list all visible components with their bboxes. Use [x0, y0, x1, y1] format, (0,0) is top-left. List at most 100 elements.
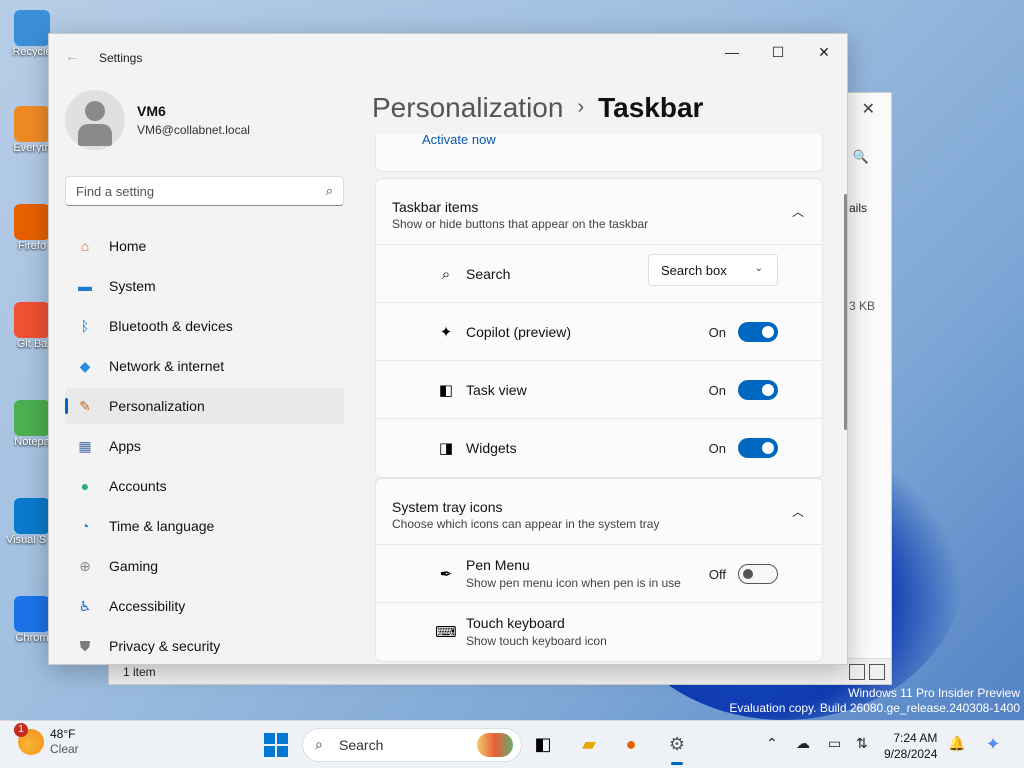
cloud-offline-icon[interactable]: ☁	[796, 735, 810, 752]
weather-condition: Clear	[50, 742, 79, 756]
toggle-switch[interactable]	[738, 438, 778, 458]
weather-widget[interactable]: 1 48°F Clear	[14, 723, 79, 757]
clock[interactable]: 7:24 AM 9/28/2024	[884, 730, 937, 762]
back-arrow-icon[interactable]: ←	[65, 48, 79, 64]
copilot-icon[interactable]: ✦	[980, 731, 1006, 757]
sidebar-item-system[interactable]: ▬ System	[65, 268, 344, 304]
firefox-icon[interactable]: ●	[618, 731, 644, 757]
toggle-switch[interactable]	[738, 322, 778, 342]
search-mode-dropdown[interactable]: Search box ⌄	[648, 254, 778, 286]
toggle-state-label: On	[708, 383, 726, 398]
recycle-bin-icon	[14, 10, 50, 46]
sidebar-item-gaming[interactable]: ⊕ Gaming	[65, 548, 344, 584]
keyboard-icon: ⌨	[435, 624, 457, 641]
task-view-icon[interactable]: ◧	[530, 731, 556, 757]
taskbar-items-group: Taskbar items Show or hide buttons that …	[375, 178, 823, 478]
watermark-edition: Windows 11 Pro Insider Preview	[848, 686, 1020, 700]
toggle-state-label: On	[708, 441, 726, 456]
user-email: VM6@collabnet.local	[137, 123, 250, 137]
setting-label: Pen Menu	[466, 557, 530, 573]
taskbar: 1 48°F Clear ⌕ Search ◧ ▰ ● ⚙ ⌃ ☁ ▭ ⇅ 7:…	[0, 720, 1024, 768]
sidebar-item-apps[interactable]: ▦ Apps	[65, 428, 344, 464]
sidebar-item-label: Accessibility	[109, 598, 186, 614]
taskbar-items-header[interactable]: Taskbar items Show or hide buttons that …	[376, 179, 822, 245]
sidebar-item-label: Bluetooth & devices	[109, 318, 233, 334]
firefox-icon	[14, 204, 50, 240]
start-button[interactable]	[264, 733, 288, 757]
title-bar: ← Settings — ☐ ✕	[49, 34, 847, 82]
breadcrumb-parent[interactable]: Personalization	[372, 92, 563, 123]
settings-gear-icon[interactable]: ⚙	[664, 731, 690, 765]
notification-badge: 1	[14, 723, 28, 737]
sidebar-item-time-language[interactable]: ◔ Time & language	[65, 508, 344, 544]
setting-row: ✦ Copilot (preview) On	[376, 303, 822, 361]
toggle-switch[interactable]	[738, 380, 778, 400]
taskbar-search-placeholder: Search	[339, 737, 384, 753]
search-icon[interactable]: ⌕	[326, 183, 333, 199]
maximize-button[interactable]: ☐	[755, 40, 801, 64]
weather-temp: 48°F	[50, 727, 76, 741]
network-icon[interactable]: ⇅	[856, 735, 868, 752]
file-explorer-icon[interactable]: ▰	[576, 731, 602, 757]
search-input[interactable]: Find a setting ⌕	[65, 176, 344, 206]
sidebar-item-accounts[interactable]: ● Accounts	[65, 468, 344, 504]
activate-now-link[interactable]: Activate now	[422, 134, 496, 147]
chevron-up-icon[interactable]: ︿	[792, 503, 804, 520]
explorer-search-icon[interactable]: 🔍	[853, 149, 869, 165]
notepad-icon	[14, 400, 50, 436]
sidebar-item-personalization[interactable]: ✎ Personalization	[65, 388, 344, 424]
user-profile[interactable]: VM6 VM6@collabnet.local	[65, 90, 250, 150]
setting-label: Search	[466, 266, 511, 282]
accessibility-icon: ♿	[78, 597, 92, 614]
vscode-icon	[14, 498, 50, 534]
notification-bell-icon[interactable]: 🔔	[948, 735, 965, 752]
explorer-file-size: 3 KB	[848, 299, 875, 313]
git-bash-icon	[14, 302, 50, 338]
page-title: Personalization › Taskbar	[372, 92, 703, 124]
sidebar-item-label: System	[109, 278, 156, 294]
explorer-close-icon[interactable]: ✕	[862, 99, 875, 119]
settings-content: Activate now Taskbar items Show or hide …	[375, 134, 823, 664]
chevron-up-icon[interactable]: ⌃	[766, 735, 778, 752]
display-icon[interactable]: ▭	[828, 735, 841, 752]
toggle-switch[interactable]	[738, 564, 778, 584]
sidebar-item-bluetooth-devices[interactable]: ᛒ Bluetooth & devices	[65, 308, 344, 344]
setting-row: ✒ Pen Menu Show pen menu icon when pen is …	[376, 545, 822, 603]
home-icon: ⌂	[80, 238, 90, 254]
content-scrollbar[interactable]	[844, 194, 847, 430]
setting-label: Widgets	[466, 440, 517, 456]
system-tray-header[interactable]: System tray icons Choose which icons can…	[376, 479, 822, 545]
search-placeholder: Find a setting	[76, 184, 155, 199]
breadcrumb-chevron-icon: ›	[577, 96, 585, 118]
network-icon: ◆	[79, 357, 91, 374]
close-button[interactable]: ✕	[801, 40, 847, 64]
sidebar-item-home[interactable]: ⌂ Home	[65, 228, 344, 264]
clock-time: 7:24 AM	[893, 731, 938, 745]
sidebar-item-network-internet[interactable]: ◆ Network & internet	[65, 348, 344, 384]
everything-search-icon	[14, 106, 50, 142]
setting-description: Show touch keyboard icon	[466, 634, 607, 648]
accounts-icon: ●	[80, 478, 90, 494]
toggle-state-label: Off	[708, 567, 726, 582]
sidebar-item-accessibility[interactable]: ♿ Accessibility	[65, 588, 344, 624]
chevron-up-icon[interactable]: ︿	[792, 203, 804, 220]
taskbar-search[interactable]: ⌕ Search	[302, 728, 522, 762]
build-watermark: Windows 11 Pro Insider Preview Evaluatio…	[729, 686, 1020, 716]
minimize-button[interactable]: —	[709, 40, 755, 64]
sidebar-nav: ⌂ Home ▬ System ᛒ Bluetooth & devices ◆ Network…	[65, 228, 344, 664]
explorer-details-button[interactable]: ails	[849, 201, 867, 215]
watermark-build: Evaluation copy. Build 26080.ge_release.…	[729, 701, 1020, 715]
search-icon: ⌕	[441, 265, 451, 283]
shield-icon: ⛊	[79, 637, 91, 654]
group-title: System tray icons	[392, 499, 503, 515]
sidebar-item-label: Apps	[109, 438, 141, 454]
setting-label: Touch keyboard	[466, 615, 565, 631]
search-highlight-image	[477, 733, 513, 757]
globe-clock-icon: ◔	[80, 518, 90, 534]
sidebar-item-label: Network & internet	[109, 358, 225, 374]
group-subtitle: Show or hide buttons that appear on the …	[392, 217, 649, 231]
setting-label: Task view	[466, 382, 527, 398]
tiles-view-icon[interactable]	[869, 664, 885, 680]
details-view-icon[interactable]	[849, 664, 865, 680]
sidebar-item-privacy-security[interactable]: ⛊ Privacy & security	[65, 628, 344, 664]
